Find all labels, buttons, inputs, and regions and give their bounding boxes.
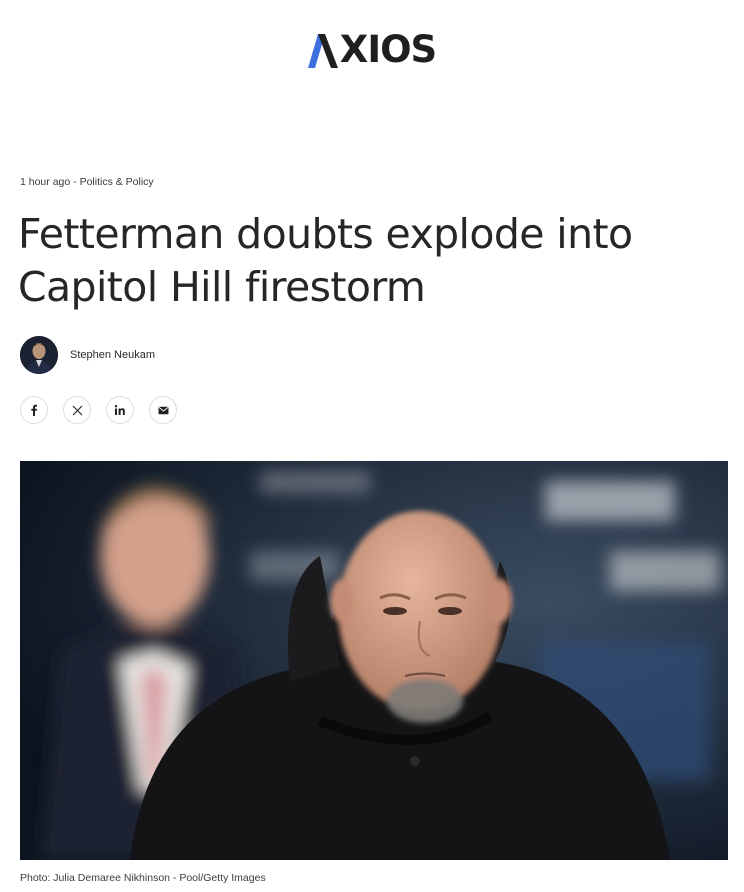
article-photo[interactable] bbox=[20, 461, 728, 860]
article-meta: 1 hour ago - Politics & Policy bbox=[20, 176, 154, 188]
axios-logo[interactable]: XIOS bbox=[307, 28, 437, 71]
meta-separator: - bbox=[70, 176, 80, 188]
share-linkedin-button[interactable] bbox=[106, 396, 134, 424]
author-photo bbox=[20, 336, 58, 374]
share-bar bbox=[20, 396, 177, 424]
share-x-button[interactable] bbox=[63, 396, 91, 424]
publish-time: 1 hour ago bbox=[20, 176, 71, 188]
author-name[interactable]: Stephen Neukam bbox=[70, 349, 155, 361]
photo-caption: Photo: Julia Demaree Nikhinson - Pool/Ge… bbox=[20, 872, 266, 884]
axios-logo-a-icon bbox=[307, 34, 338, 68]
email-icon bbox=[158, 406, 168, 414]
linkedin-icon bbox=[114, 405, 125, 415]
share-facebook-button[interactable] bbox=[20, 396, 48, 424]
category-link[interactable]: Politics & Policy bbox=[80, 176, 154, 188]
facebook-icon bbox=[31, 404, 37, 416]
page-title: Fetterman doubts explode into Capitol Hi… bbox=[18, 210, 633, 311]
x-icon bbox=[72, 405, 82, 415]
avatar[interactable] bbox=[20, 336, 58, 374]
article-image bbox=[20, 461, 728, 860]
site-header: XIOS bbox=[0, 28, 744, 72]
logo-text: XIOS bbox=[339, 28, 437, 71]
share-email-button[interactable] bbox=[149, 396, 177, 424]
byline: Stephen Neukam bbox=[20, 336, 155, 374]
